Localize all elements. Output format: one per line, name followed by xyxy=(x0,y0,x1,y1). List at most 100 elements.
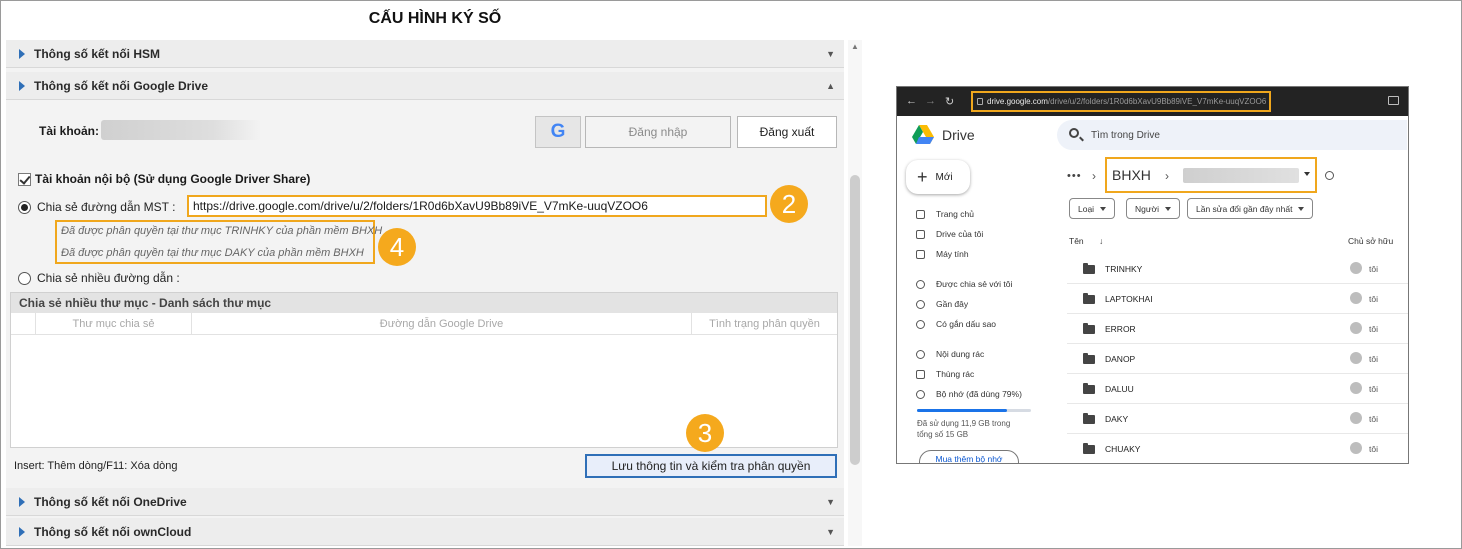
login-button[interactable]: Đăng nhập xyxy=(585,116,731,148)
google-icon: G xyxy=(550,121,566,142)
sidebar-item-starred[interactable]: Có gắn dấu sao xyxy=(916,319,996,329)
permission-line-1: Đã được phân quyền tại thư mục TRINHKY c… xyxy=(61,225,383,237)
logout-button[interactable]: Đăng xuất xyxy=(737,116,837,148)
column-owner: Chủ sở hữu xyxy=(1348,236,1394,246)
internal-account-checkbox[interactable] xyxy=(18,172,31,186)
cast-icon[interactable] xyxy=(1388,96,1399,105)
sidebar-item-trash[interactable]: Thùng rác xyxy=(916,369,974,379)
share-url-input[interactable]: https://drive.google.com/drive/u/2/folde… xyxy=(187,195,767,217)
sidebar-item-label: Drive của tôi xyxy=(936,229,984,239)
file-owner: tôi xyxy=(1369,384,1378,394)
user-avatar-icon xyxy=(1350,292,1362,304)
trash-icon xyxy=(916,369,925,379)
grid-header: Thư mục chia sẻ Đường dẫn Google Drive T… xyxy=(11,313,837,335)
drive-search-input[interactable]: Tìm trong Drive xyxy=(1057,120,1407,150)
folder-icon xyxy=(1083,353,1095,364)
file-owner: tôi xyxy=(1369,324,1378,334)
sidebar-item-recent[interactable]: Gần đây xyxy=(916,299,968,309)
breadcrumb-more[interactable]: ••• xyxy=(1067,170,1082,182)
file-row[interactable]: LAPTOKHAI tôi xyxy=(1067,284,1408,314)
section-onedrive[interactable]: Thông số kết nối OneDrive ▼ xyxy=(6,488,844,516)
file-row[interactable]: DAKY tôi xyxy=(1067,404,1408,434)
reload-icon[interactable]: ↻ xyxy=(945,95,954,108)
sidebar-item-home[interactable]: Trang chủ xyxy=(916,209,974,219)
filter-modified[interactable]: Lần sửa đổi gần đây nhất xyxy=(1187,198,1314,219)
section-hsm[interactable]: Thông số kết nối HSM ▼ xyxy=(6,40,844,68)
site-info-icon[interactable] xyxy=(977,98,983,105)
expand-arrow-icon xyxy=(19,80,25,91)
grid-header-indicator xyxy=(11,313,35,335)
star-icon xyxy=(916,319,925,329)
account-value-blurred xyxy=(101,120,261,140)
filter-people[interactable]: Người xyxy=(1126,198,1181,219)
grid-header-folder[interactable]: Thư mục chia sẻ xyxy=(35,313,191,335)
clock-icon xyxy=(916,299,925,309)
sidebar-item-label: Máy tính xyxy=(936,249,969,259)
search-icon xyxy=(1069,128,1079,138)
caret-down-icon[interactable] xyxy=(1304,172,1310,176)
user-avatar-icon xyxy=(1350,322,1362,334)
section-owncloud[interactable]: Thông số kết nối ownCloud ▼ xyxy=(6,518,844,546)
file-owner: tôi xyxy=(1369,294,1378,304)
share-single-radio[interactable] xyxy=(18,200,31,214)
chevron-up-icon[interactable]: ▲ xyxy=(826,81,835,91)
chevron-down-icon[interactable]: ▼ xyxy=(826,527,835,537)
breadcrumb-current-blurred[interactable] xyxy=(1183,168,1299,183)
google-logo-button[interactable]: G xyxy=(535,116,581,148)
file-name: DANOP xyxy=(1105,354,1136,364)
forward-icon[interactable]: → xyxy=(925,95,936,107)
address-bar[interactable]: drive.google.com/drive/u/2/folders/1R0d6… xyxy=(971,91,1271,112)
column-name[interactable]: Tên xyxy=(1069,236,1084,246)
share-multi-radio[interactable] xyxy=(18,271,31,285)
chevron-down-icon[interactable]: ▼ xyxy=(826,497,835,507)
user-avatar-icon xyxy=(1350,412,1362,424)
file-row[interactable]: DANOP tôi xyxy=(1067,344,1408,374)
internal-account-checkbox-row[interactable]: Tài khoản nội bộ (Sử dụng Google Driver … xyxy=(18,172,310,186)
chevron-down-icon[interactable]: ▼ xyxy=(826,49,835,59)
scroll-up-icon[interactable]: ▲ xyxy=(851,42,859,51)
section-google-drive[interactable]: Thông số kết nối Google Drive ▲ xyxy=(6,72,844,100)
sidebar-item-shared[interactable]: Được chia sẻ với tôi xyxy=(916,279,1012,289)
file-row[interactable]: CHUAKY tôi xyxy=(1067,434,1408,463)
file-row[interactable]: TRINHKY tôi xyxy=(1067,254,1408,284)
sidebar-item-spam[interactable]: Nội dung rác xyxy=(916,349,984,359)
internal-account-label: Tài khoản nội bộ (Sử dụng Google Driver … xyxy=(35,172,311,186)
breadcrumb-root[interactable]: BHXH xyxy=(1112,167,1151,183)
expand-arrow-icon xyxy=(19,526,25,537)
new-button[interactable]: + Mới xyxy=(906,160,970,194)
sort-arrow-down-icon[interactable]: ↓ xyxy=(1099,236,1103,246)
folder-icon xyxy=(1083,293,1095,304)
save-and-check-button[interactable]: Lưu thông tin và kiểm tra phân quyền xyxy=(585,454,837,478)
expand-arrow-icon xyxy=(19,496,25,507)
file-owner: tôi xyxy=(1369,354,1378,364)
address-domain: drive.google.com xyxy=(987,97,1048,106)
vertical-scrollbar[interactable]: ▲ xyxy=(848,40,862,546)
grid-header-status[interactable]: Tình trạng phân quyền xyxy=(691,313,837,335)
sidebar-item-my-drive[interactable]: Drive của tôi xyxy=(916,229,983,239)
grid-header-url[interactable]: Đường dẫn Google Drive xyxy=(191,313,691,335)
file-row[interactable]: DALUU tôi xyxy=(1067,374,1408,404)
share-people-icon[interactable] xyxy=(1325,171,1334,180)
share-single-radio-row[interactable]: Chia sẻ đường dẫn MST : xyxy=(18,200,175,214)
computer-icon xyxy=(916,249,925,259)
section-owncloud-label: Thông số kết nối ownCloud xyxy=(34,524,192,539)
cloud-icon xyxy=(916,389,925,399)
sidebar-item-computers[interactable]: Máy tính xyxy=(916,249,969,259)
back-icon[interactable]: ← xyxy=(906,95,917,107)
share-multi-radio-row[interactable]: Chia sẻ nhiều đường dẫn : xyxy=(18,271,180,285)
scrollbar-thumb[interactable] xyxy=(850,175,860,465)
drive-search-placeholder: Tìm trong Drive xyxy=(1091,129,1160,141)
file-name: DAKY xyxy=(1105,414,1129,424)
sidebar-item-label: Nội dung rác xyxy=(936,349,985,359)
buy-storage-button[interactable]: Mua thêm bộ nhớ xyxy=(919,450,1019,463)
file-row[interactable]: ERROR tôi xyxy=(1067,314,1408,344)
drive-icon xyxy=(916,229,925,239)
chevron-right-icon: › xyxy=(1092,169,1096,183)
grid-title: Chia sẻ nhiều thư mục - Danh sách thư mụ… xyxy=(11,293,837,313)
chevron-right-icon: › xyxy=(1165,169,1169,183)
file-name: DALUU xyxy=(1105,384,1134,394)
new-button-label: Mới xyxy=(935,171,953,183)
file-owner: tôi xyxy=(1369,264,1378,274)
sidebar-item-storage[interactable]: Bộ nhớ (đã dùng 79%) xyxy=(916,389,1022,399)
filter-type[interactable]: Loại xyxy=(1069,198,1116,219)
